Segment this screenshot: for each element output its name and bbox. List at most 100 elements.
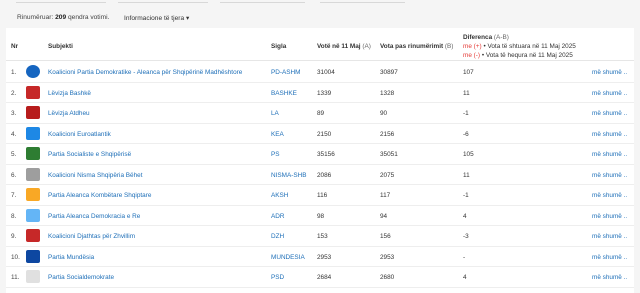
- votes-may-value: 89: [317, 110, 325, 117]
- legend-minus-text: • Vota të hequra në 11 Maj 2025: [481, 52, 573, 59]
- diff-value: 11: [463, 171, 470, 179]
- votes-may-value: 2150: [317, 130, 332, 138]
- votes-may-value: 2953: [317, 253, 332, 261]
- summary-suffix: qendra votimi.: [67, 14, 110, 21]
- filter-select-3[interactable]: [220, 0, 305, 3]
- filter-select-4[interactable]: [320, 0, 405, 3]
- header-votes-may-label: Votë në 11 Maj: [317, 43, 361, 50]
- more-details-link[interactable]: më shumë ..: [592, 131, 627, 138]
- row-number: 4.: [11, 130, 17, 138]
- party-sigla-link[interactable]: MUNDESIA: [271, 254, 305, 261]
- header-diff-title: Diferenca (A-B): [463, 33, 576, 42]
- more-info-label: Informacione të tjera: [124, 15, 185, 22]
- more-details-link[interactable]: më shumë ..: [592, 151, 627, 158]
- table-row: 5. Partia Socialiste e Shqipërisë PS 35156 3…: [6, 144, 634, 165]
- party-name-link[interactable]: Partia Mundësia: [48, 254, 94, 261]
- filter-bar: [0, 0, 640, 8]
- party-sigla-link[interactable]: BASHKE: [271, 90, 297, 97]
- party-sigla-link[interactable]: LA: [271, 110, 279, 117]
- table-row: 6. Koalicioni Nisma Shqipëria Bëhet NISMA-…: [6, 165, 634, 185]
- filter-select-2[interactable]: [118, 0, 208, 3]
- party-name-link[interactable]: Partia Socialdemokrate: [48, 274, 114, 281]
- more-info-dropdown[interactable]: Informacione të tjera ▾: [124, 14, 189, 22]
- party-sigla-link[interactable]: DZH: [271, 233, 284, 240]
- table-row: 1. Koalicioni Partia Demokratike - Aleanc…: [6, 62, 634, 83]
- legend-minus: me (-) • Vota të hequra në 11 Maj 2025: [463, 51, 576, 60]
- diff-value: 11: [463, 89, 470, 97]
- row-number: 7.: [11, 192, 17, 199]
- more-details-link[interactable]: më shumë ..: [592, 69, 627, 76]
- row-number: 3.: [11, 110, 17, 117]
- header-diff: Diferenca (A-B) me (+) • Vota të shtuara…: [463, 33, 576, 60]
- header-nr: Nr: [11, 43, 19, 50]
- header-votes-may: Votë në 11 Maj (A): [317, 43, 371, 50]
- results-table: Nr Subjekti Sigla Votë në 11 Maj (A) Vot…: [6, 28, 634, 293]
- row-number: 8.: [11, 212, 17, 220]
- row-number: 10.: [11, 253, 20, 261]
- header-subjekti: Subjekti: [48, 43, 73, 50]
- diff-value: 107: [463, 69, 474, 76]
- party-name-link[interactable]: Lëvizja Bashkë: [48, 90, 91, 97]
- party-name-link[interactable]: Koalicioni Djathtas për Zhvillim: [48, 233, 135, 240]
- header-votes-recount-label: Vota pas rinumërimit: [380, 43, 444, 50]
- table-row: 10. Partia Mundësia MUNDESIA 2953 2953 - më sh…: [6, 247, 634, 267]
- bashke-logo-icon: [26, 85, 40, 99]
- table-row: 4. Koalicioni Euroatlantik KEA 2150 2156 -6 më…: [6, 124, 634, 144]
- more-details-link[interactable]: më shumë ..: [592, 254, 627, 261]
- filter-select-1[interactable]: [16, 0, 106, 3]
- party-sigla-link[interactable]: AKSH: [271, 192, 288, 199]
- table-row: 11. Partia Socialdemokrate PSD 2684 2680 4 më …: [6, 267, 634, 288]
- party-sigla-link[interactable]: ADR: [271, 213, 285, 220]
- party-name-link[interactable]: Koalicioni Euroatlantik: [48, 131, 111, 138]
- votes-recount-value: 2680: [380, 274, 395, 281]
- party-sigla-link[interactable]: NISMA-SHB: [271, 172, 307, 179]
- votes-recount-value: 2075: [380, 171, 395, 179]
- aksh-logo-icon: [26, 188, 40, 201]
- party-sigla-link[interactable]: PSD: [271, 274, 284, 281]
- party-name-link[interactable]: Partia Aleanca Demokracia e Re: [48, 213, 140, 220]
- table-row: 3. Lëvizja Atdheu LA 89 90 -1 më shumë ..: [6, 103, 634, 124]
- votes-may-value: 2086: [317, 171, 332, 179]
- diff-value: 4: [463, 212, 467, 220]
- more-details-link[interactable]: më shumë ..: [592, 90, 627, 97]
- table-row: 9. Koalicioni Djathtas për Zhvillim DZH 153…: [6, 226, 634, 247]
- party-name-link[interactable]: Partia Socialiste e Shqipërisë: [48, 151, 131, 158]
- row-number: 11.: [11, 274, 20, 281]
- more-details-link[interactable]: më shumë ..: [592, 213, 627, 220]
- party-name-link[interactable]: Partia Aleanca Kombëtare Shqiptare: [48, 192, 151, 199]
- summary-count: 209: [55, 14, 67, 21]
- psd-logo-icon: [26, 270, 40, 283]
- more-details-link[interactable]: më shumë ..: [592, 110, 627, 117]
- row-number: 6.: [11, 171, 17, 179]
- party-name-link[interactable]: Lëvizja Atdheu: [48, 110, 90, 117]
- votes-recount-value: 94: [380, 212, 388, 220]
- party-sigla-link[interactable]: PS: [271, 151, 280, 158]
- dzh-logo-icon: [26, 229, 40, 242]
- votes-recount-value: 2953: [380, 253, 395, 261]
- atdheu-logo-icon: [26, 106, 40, 119]
- table-row: 2. Lëvizja Bashkë BASHKE 1339 1328 11 më shumë…: [6, 83, 634, 103]
- row-number: 5.: [11, 151, 17, 158]
- more-details-link[interactable]: më shumë ..: [592, 192, 627, 199]
- votes-may-value: 116: [317, 192, 328, 199]
- votes-may-value: 35156: [317, 151, 335, 158]
- party-sigla-link[interactable]: KEA: [271, 131, 284, 138]
- pd-logo-icon: [26, 65, 40, 78]
- party-name-link[interactable]: Koalicioni Nisma Shqipëria Bëhet: [48, 172, 143, 179]
- votes-may-value: 98: [317, 212, 325, 220]
- votes-may-value: 2684: [317, 274, 332, 281]
- chevron-down-icon: ▾: [185, 15, 190, 22]
- header-votes-recount-tag: (B): [444, 43, 454, 50]
- votes-recount-value: 156: [380, 233, 391, 240]
- legend-plus: me (+) • Vota të shtuara në 11 Maj 2025: [463, 42, 576, 51]
- table-row: 8. Partia Aleanca Demokracia e Re ADR 98 94 4…: [6, 206, 634, 226]
- diff-value: -3: [463, 233, 469, 240]
- party-sigla-link[interactable]: PD-ASHM: [271, 69, 300, 76]
- more-details-link[interactable]: më shumë ..: [592, 233, 627, 240]
- header-votes-recount: Vota pas rinumërimit (B): [380, 43, 453, 50]
- diff-value: -6: [463, 130, 469, 138]
- more-details-link[interactable]: më shumë ..: [592, 274, 627, 281]
- more-details-link[interactable]: më shumë ..: [592, 172, 627, 179]
- party-name-link[interactable]: Koalicioni Partia Demokratike - Aleanca …: [48, 69, 242, 76]
- diff-value: 4: [463, 274, 467, 281]
